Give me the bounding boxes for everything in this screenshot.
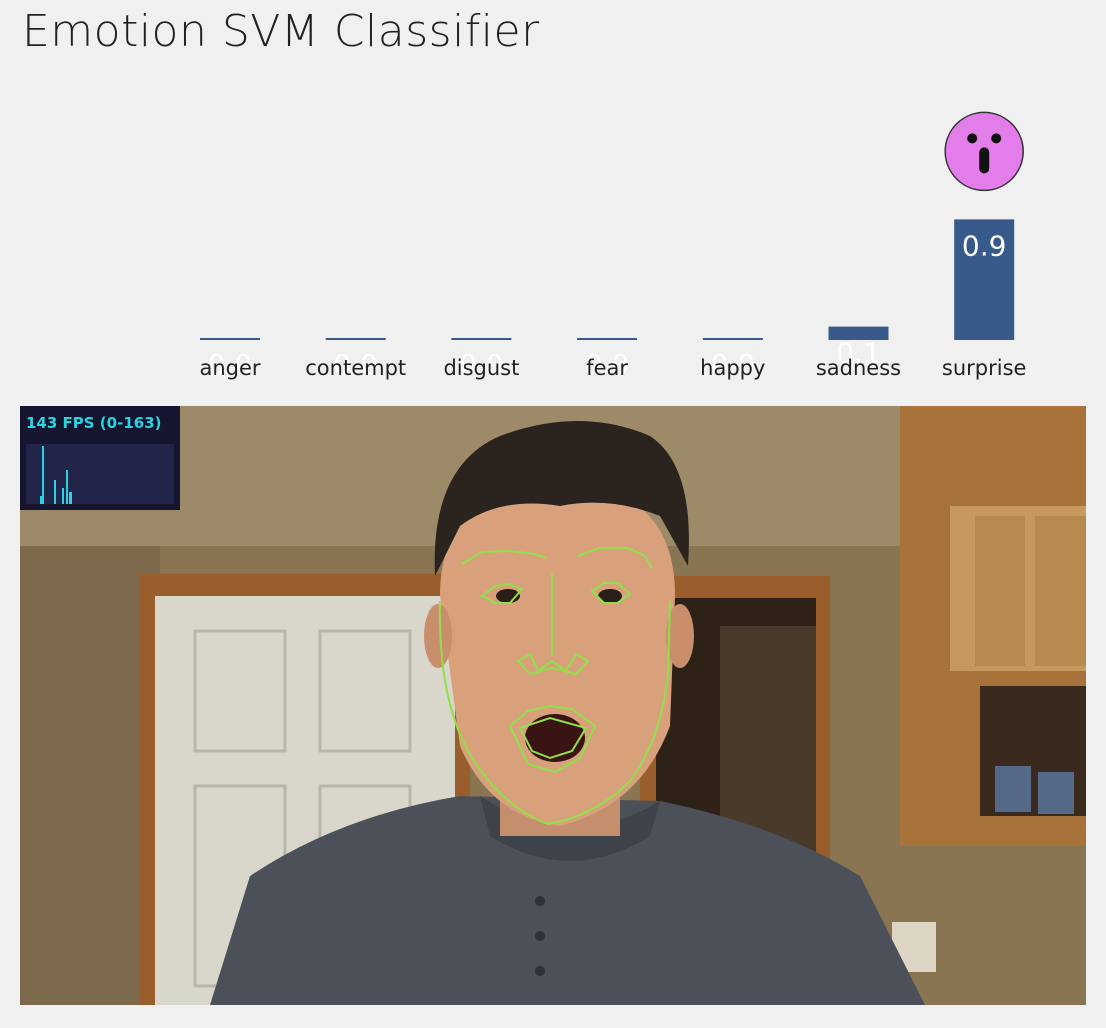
emotion-bar-chart: 0.0 0.0 0.0 0.0 0.0 0.10.9 anger contempt disgu… [199,111,1026,381]
photo-frame [1038,772,1074,814]
category-label-contempt: contempt [305,356,406,380]
category-label-disgust: disgust [443,356,519,380]
value-label-surprise: 0.9 [962,229,1007,262]
fps-graph [26,444,174,504]
bar-disgust [451,338,512,340]
emoji-eye [967,133,978,144]
bar-contempt [325,338,386,340]
bar-group [200,219,1015,340]
category-label-fear: fear [586,356,628,380]
bar-anger [200,338,260,340]
bar-happy [702,338,763,340]
surprised-face-icon [944,111,1024,192]
bar-fear [577,338,638,340]
category-label-happy: happy [700,356,765,380]
category-label-group: anger contempt disgust fear happy sadness surp… [199,356,1026,380]
category-label-surprise: surprise [942,356,1027,380]
fps-label: 143 FPS (0-163) [26,414,162,432]
emoji-mouth [979,147,990,174]
photo-frame [995,766,1031,812]
category-label-anger: anger [199,356,260,380]
emoji-eye [991,133,1002,144]
category-label-sadness: sadness [816,356,901,380]
page-title: Emotion SVM Classifier [22,6,540,57]
fps-stats-panel[interactable]: 143 FPS (0-163) [20,406,180,510]
